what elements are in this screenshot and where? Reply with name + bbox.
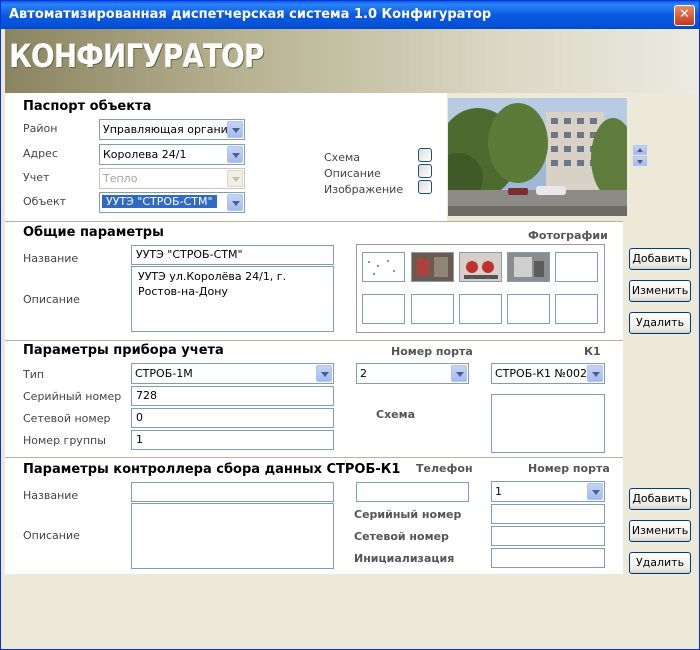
edit-controller-button[interactable]: Изменить [629,520,691,542]
description-label: Описание [324,167,381,180]
controller-name-label: Название [23,489,79,502]
k1-label: К1 [584,345,601,358]
separator [5,340,623,341]
chevron-down-icon[interactable] [316,365,332,382]
delete-photo-button[interactable]: Удалить [629,312,691,334]
scroll-up-icon[interactable] [633,145,647,155]
chevron-down-icon[interactable] [587,483,603,500]
photo-thumb[interactable] [507,252,550,282]
window-title: Автоматизированная диспетчерская система… [9,7,492,22]
controller-desc-label: Описание [23,529,80,542]
object-value: УУТЭ "СТРОБ-СТМ" [101,194,218,209]
photo-thumb[interactable] [411,294,454,324]
delete-controller-button[interactable]: Удалить [629,552,691,574]
meter-scheme-label: Схема [376,408,416,421]
controller-header: Параметры контроллера сбора данных СТРОБ… [23,462,401,477]
type-select[interactable]: СТРОБ-1М [131,363,334,384]
controller-port-label: Номер порта [528,462,610,475]
controller-desc-field[interactable] [131,503,334,569]
port-select[interactable]: 2 [356,363,469,384]
image-checkbox[interactable] [418,180,432,194]
title-bar[interactable]: Автоматизированная диспетчерская система… [1,1,699,29]
district-select[interactable]: Управляющая организа [99,119,245,140]
image-label: Изображение [324,183,404,196]
object-photo [448,98,627,216]
general-header: Общие параметры [23,225,164,240]
passport-header: Паспорт объекта [23,99,152,114]
photo-thumb[interactable] [459,252,502,282]
name-label: Название [23,252,79,265]
init-label: Инициализация [354,552,455,565]
description-checkbox[interactable] [418,164,432,178]
chevron-down-icon[interactable] [451,365,467,382]
port-label: Номер порта [391,345,473,358]
banner: КОНФИГУРАТОР [5,29,697,93]
phone-label: Телефон [416,462,473,475]
chevron-down-icon[interactable] [587,365,603,382]
main-window: Автоматизированная диспетчерская система… [0,0,700,650]
serial-label: Серийный номер [23,390,122,403]
photo-thumb[interactable] [459,294,502,324]
address-select[interactable]: Королева 24/1 [99,144,245,165]
account-label: Учет [23,171,50,184]
photos-label: Фотографии [528,229,608,242]
group-field[interactable]: 1 [131,430,334,450]
scroll-down-icon[interactable] [633,156,647,166]
photo-thumb[interactable] [507,294,550,324]
controller-net-label: Сетевой номер [354,530,449,543]
photo-thumb[interactable] [362,294,405,324]
edit-photo-button[interactable]: Изменить [629,280,691,302]
net-field[interactable]: 0 [131,408,334,428]
port-value: 2 [360,367,367,380]
chevron-down-icon[interactable] [227,121,243,138]
meter-scheme-box[interactable] [491,394,605,453]
controller-net-field[interactable] [491,526,605,546]
scheme-checkbox[interactable] [418,148,432,162]
add-photo-button[interactable]: Добавить [629,248,691,270]
address-label: Адрес [23,147,58,160]
type-label: Тип [23,368,45,381]
chevron-down-icon[interactable] [227,146,243,163]
chevron-down-icon [227,170,243,187]
name-field[interactable]: УУТЭ "СТРОБ-СТМ" [131,245,334,265]
description-label: Описание [23,293,80,306]
separator [5,221,623,222]
serial-field[interactable]: 728 [131,386,334,406]
object-label: Объект [23,195,67,208]
k1-select[interactable]: СТРОБ-К1 №002 [491,363,605,384]
k1-value: СТРОБ-К1 №002 [495,367,587,380]
controller-name-field[interactable] [131,482,334,502]
add-controller-button[interactable]: Добавить [629,488,691,510]
object-select[interactable]: УУТЭ "СТРОБ-СТМ" [99,192,245,213]
separator [5,457,623,458]
net-label: Сетевой номер [23,412,111,425]
district-label: Район [23,122,58,135]
district-value: Управляющая организа [103,123,241,136]
controller-serial-field[interactable] [491,504,605,524]
photo-thumb[interactable] [362,252,405,282]
init-field[interactable] [491,548,605,568]
account-value: Тепло [103,172,138,185]
type-value: СТРОБ-1М [135,367,193,380]
controller-port-value: 1 [495,485,502,498]
controller-serial-label: Серийный номер [354,508,462,521]
phone-field[interactable] [356,482,469,502]
controller-port-select[interactable]: 1 [491,481,605,502]
close-button[interactable]: ✕ [674,5,695,26]
meter-header: Параметры прибора учета [23,343,224,358]
chevron-down-icon[interactable] [227,194,243,211]
photo-thumb[interactable] [411,252,454,282]
scheme-label: Схема [324,151,360,164]
account-select: Тепло [99,168,245,189]
group-label: Номер группы [23,434,106,447]
photo-thumb[interactable] [555,294,598,324]
address-value: Королева 24/1 [103,148,187,161]
photo-thumb[interactable] [555,252,598,282]
app-logo: КОНФИГУРАТОР [9,37,264,75]
description-field[interactable]: УУТЭ ул.Королёва 24/1, г. Ростов-на-Дону [131,266,334,332]
